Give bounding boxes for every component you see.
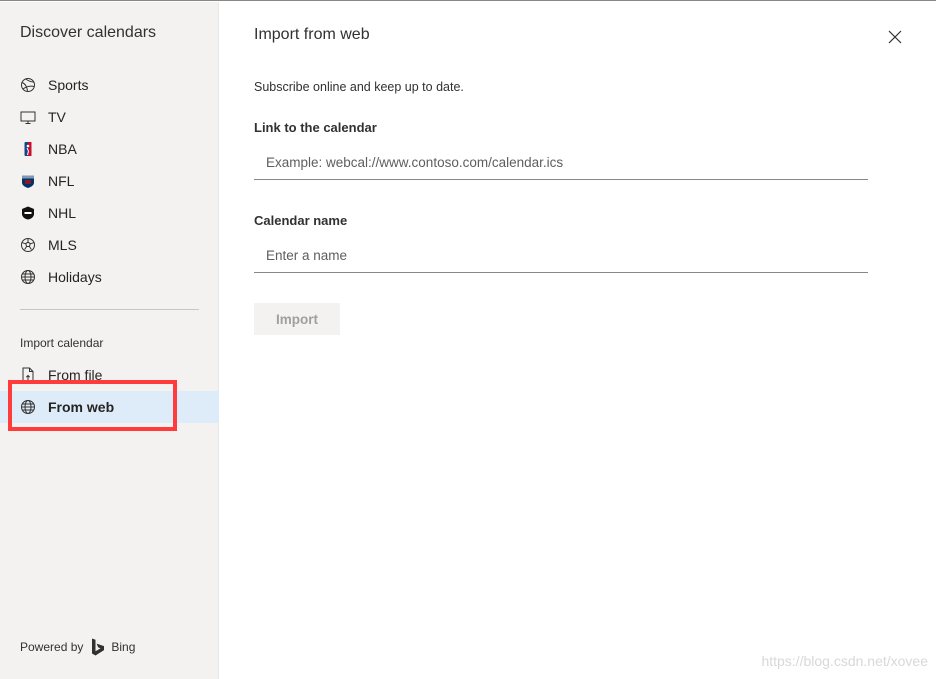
calendar-link-input[interactable]: [254, 146, 868, 180]
globe-icon: [20, 399, 36, 415]
sidebar-item-label: Holidays: [48, 269, 102, 285]
link-field-label: Link to the calendar: [254, 120, 377, 135]
bing-logo-icon: [91, 638, 105, 656]
sidebar-item-sports[interactable]: Sports: [0, 69, 219, 101]
sidebar-item-from-web[interactable]: From web: [0, 391, 219, 423]
tv-icon: [20, 109, 36, 125]
soccer-ball-icon: [20, 237, 36, 253]
basketball-icon: [20, 77, 36, 93]
sidebar-item-mls[interactable]: MLS: [0, 229, 219, 261]
nfl-logo-icon: [20, 173, 36, 189]
sidebar-title: Discover calendars: [20, 24, 157, 41]
sidebar-item-label: NFL: [48, 173, 75, 189]
sidebar-item-tv[interactable]: TV: [0, 101, 219, 133]
bing-label: Bing: [111, 640, 136, 654]
sidebar-item-label: From web: [48, 399, 115, 415]
sidebar: Discover calendars Sports TV NBA NFL NHL…: [0, 2, 219, 679]
powered-by: Powered by Bing: [20, 638, 135, 656]
sidebar-item-label: NBA: [48, 141, 77, 157]
sidebar-item-nfl[interactable]: NFL: [0, 165, 219, 197]
nba-logo-icon: [20, 141, 36, 157]
close-icon: [888, 30, 902, 49]
main-panel: Import from web Subscribe online and kee…: [220, 2, 936, 679]
close-button[interactable]: [884, 28, 906, 50]
sidebar-item-label: MLS: [48, 237, 77, 253]
sidebar-divider: [20, 309, 199, 310]
sidebar-item-nba[interactable]: NBA: [0, 133, 219, 165]
sidebar-item-label: NHL: [48, 205, 77, 221]
nhl-logo-icon: [20, 205, 36, 221]
subtitle: Subscribe online and keep up to date.: [254, 80, 464, 94]
file-upload-icon: [20, 367, 36, 383]
sidebar-item-label: TV: [48, 109, 66, 125]
sidebar-item-holidays[interactable]: Holidays: [0, 261, 219, 293]
calendar-name-input[interactable]: [254, 239, 868, 273]
page-title: Import from web: [254, 26, 370, 43]
import-section-label: Import calendar: [20, 336, 104, 350]
sidebar-item-from-file[interactable]: From file: [0, 359, 219, 391]
import-list: From file From web: [0, 359, 219, 423]
import-button[interactable]: Import: [254, 303, 340, 335]
name-field-label: Calendar name: [254, 213, 348, 228]
sidebar-item-label: From file: [48, 367, 103, 383]
globe-icon: [20, 269, 36, 285]
sidebar-item-nhl[interactable]: NHL: [0, 197, 219, 229]
sidebar-item-label: Sports: [48, 77, 89, 93]
powered-by-label: Powered by: [20, 640, 84, 654]
discover-list: Sports TV NBA NFL NHL MLS Holidays: [0, 69, 219, 293]
watermark: https://blog.csdn.net/xovee: [761, 653, 928, 669]
